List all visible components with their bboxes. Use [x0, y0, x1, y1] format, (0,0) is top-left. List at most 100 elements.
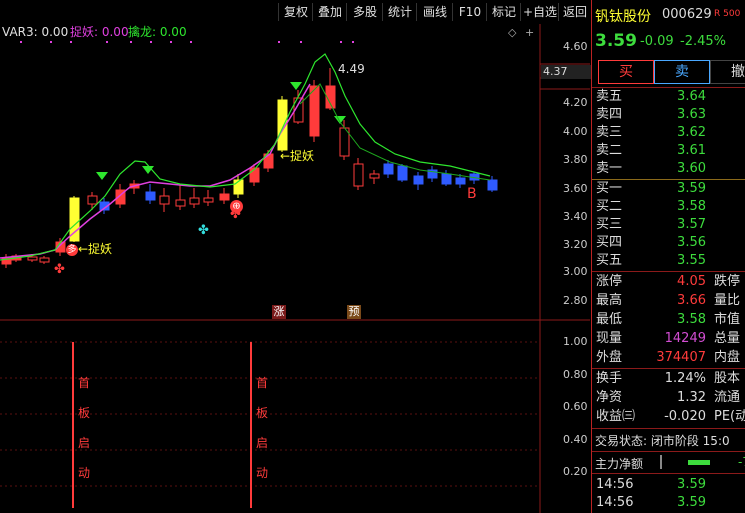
candle-body: [219, 193, 230, 201]
stat-row: 最高 3.66 量比: [592, 292, 745, 310]
bid-label: 买五: [596, 253, 623, 268]
sell-signal-icon: 多: [66, 244, 78, 256]
buy-button[interactable]: 买: [598, 60, 654, 84]
ask-price: 3.62: [677, 125, 706, 140]
down-arrow-marker: [290, 82, 302, 90]
price-change: -0.09: [640, 34, 674, 49]
butterfly-icon: ✤: [198, 223, 209, 238]
last-price: 3.59: [595, 31, 637, 51]
bid-row-5: 买五 3.55: [592, 252, 745, 270]
indicator-bar-2: [250, 342, 252, 508]
vol-tick: 0.60: [563, 400, 588, 413]
toolbar-button-zixuan[interactable]: +自选: [520, 3, 559, 21]
candle-body: [397, 165, 408, 181]
toolbar-button-huaxian[interactable]: 画线: [416, 3, 453, 21]
stat-value: 4.05: [677, 274, 706, 289]
candle-body: [27, 256, 38, 261]
ask-label: 卖一: [596, 161, 623, 176]
ask-row-3: 卖三 3.62: [592, 124, 745, 142]
candle-body: [87, 195, 98, 205]
candle-body: [189, 197, 200, 205]
trade-status: 交易状态: 闭市阶段 15:0: [595, 434, 730, 448]
stat-row: 最低 3.58 市值: [592, 311, 745, 329]
price-tick: 4.00: [563, 125, 588, 138]
toolbar-button-tongji[interactable]: 统计: [382, 3, 417, 21]
toolbar-button-fuquan[interactable]: 复权: [278, 3, 313, 21]
zhuoyao-label-left: ←捉妖: [78, 242, 113, 256]
stat-label: 外盘: [596, 350, 623, 365]
stat-label: 涨停: [596, 274, 623, 289]
bid-row-4: 买四 3.56: [592, 234, 745, 252]
indicator-text-1: 首 板 启 动: [78, 368, 92, 488]
indicator-char: 启: [256, 436, 269, 450]
indicator-char: 首: [256, 376, 269, 390]
main-net-divider: [660, 455, 662, 469]
ask-row-2: 卖二 3.61: [592, 142, 745, 160]
candle-body: [309, 85, 320, 137]
price-tick: 3.60: [563, 182, 588, 195]
stat-label: 最低: [596, 312, 623, 327]
tick-time: 14:56: [596, 477, 634, 492]
stat-row: 现量 14249 总量: [592, 330, 745, 348]
bid-label: 买二: [596, 199, 623, 214]
toolbar-button-diejia[interactable]: 叠加: [312, 3, 347, 21]
tick-time: 14:56: [596, 495, 634, 510]
ma-line-magenta: [0, 83, 311, 259]
signal-dots: [20, 41, 354, 43]
ask-row-5: 卖五 3.64: [592, 88, 745, 106]
bid-label: 买一: [596, 181, 623, 196]
stat-extra: PE(动: [714, 409, 745, 424]
stat-value: -0.020: [664, 409, 706, 424]
stat-value: 1.24%: [664, 371, 706, 386]
stat-value: 374407: [656, 350, 706, 365]
main-net-label: 主力净额: [595, 457, 644, 471]
toolbar-button-duogu[interactable]: 多股: [346, 3, 383, 21]
tick-price: 3.59: [677, 477, 706, 492]
cancel-order-button[interactable]: 撤: [710, 60, 745, 84]
stat-value: 3.58: [677, 312, 706, 327]
bid-price: 3.59: [677, 181, 706, 196]
ask-label: 卖四: [596, 107, 623, 122]
ask-label: 卖二: [596, 143, 623, 158]
stat2-row: 收益㈢ -0.020 PE(动: [592, 408, 745, 426]
candle-body: [413, 175, 424, 185]
stat-extra: 跌停: [714, 274, 741, 289]
stat-extra: 内盘: [714, 350, 741, 365]
indicator-char: 动: [78, 466, 91, 480]
bid-label: 买四: [596, 235, 623, 250]
stat-extra: 市值: [714, 312, 741, 327]
sell-button[interactable]: 卖: [654, 60, 710, 84]
zhuoyao-label-mid: ←捉妖: [280, 149, 315, 163]
ask-price: 3.61: [677, 143, 706, 158]
vol-tick: 0.80: [563, 368, 588, 381]
candle-body: [39, 257, 50, 263]
candle-body: [383, 163, 394, 175]
toolbar-button-back[interactable]: 返回: [558, 3, 591, 21]
candle-body: [369, 173, 380, 179]
stat2-row: 换手 1.24% 股本: [592, 370, 745, 388]
vol-tick: 0.40: [563, 433, 588, 446]
stat-label: 现量: [596, 331, 623, 346]
bid-price: 3.58: [677, 199, 706, 214]
stat-extra: 流通: [714, 390, 741, 405]
stat-extra: 股本: [714, 371, 741, 386]
toolbar-button-f10[interactable]: F10: [452, 3, 487, 21]
toolbar-button-biaoji[interactable]: 标记: [486, 3, 521, 21]
ask-price: 3.63: [677, 107, 706, 122]
bid-row-2: 买二 3.58: [592, 198, 745, 216]
stat-extra: 量比: [714, 293, 741, 308]
indicator-char: 板: [256, 406, 269, 420]
ask-price: 3.64: [677, 89, 706, 104]
tick-price: 3.59: [677, 495, 706, 510]
bid-label: 买三: [596, 217, 623, 232]
bid-price: 3.55: [677, 253, 706, 268]
rating-badge: R 500: [714, 9, 741, 19]
candle-body: [145, 191, 156, 201]
indicator-text-2: 首 板 启 动: [256, 368, 270, 488]
stat-label: 净资: [596, 390, 623, 405]
ask-row-4: 卖四 3.63: [592, 106, 745, 124]
candle-body: [203, 197, 214, 203]
bid-row-1: 买一 3.59: [592, 180, 745, 198]
quote-panel: 钒钛股份 000629 R 500 3.59 -0.09 -2.45% 买 卖 …: [591, 0, 745, 513]
indicator-bar-1: [72, 342, 74, 508]
